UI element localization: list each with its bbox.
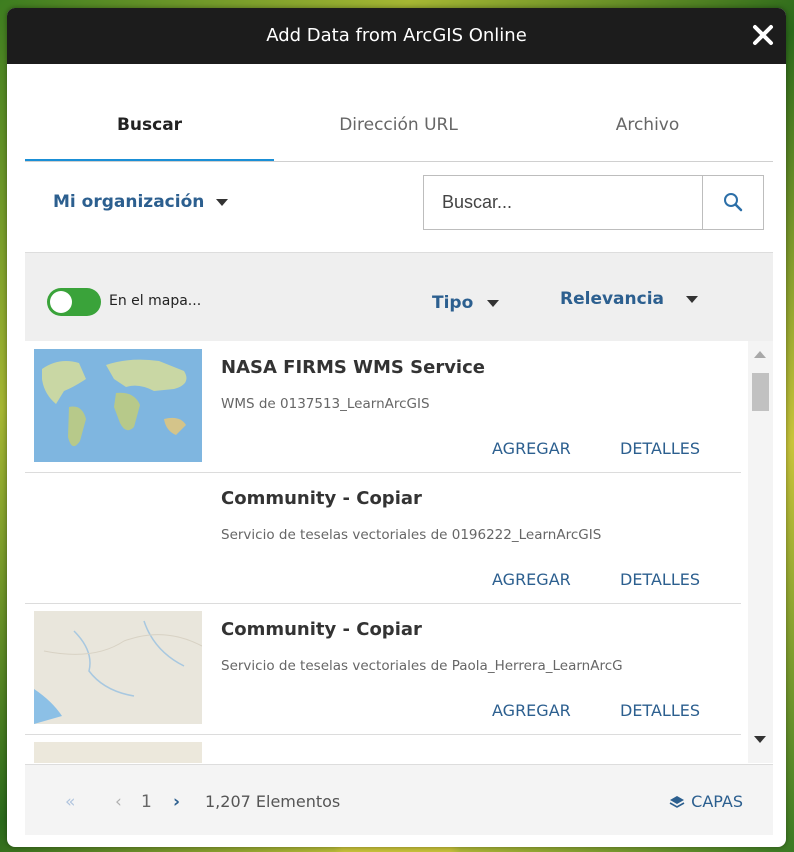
scroll-down-icon[interactable] bbox=[754, 736, 766, 743]
toggle-knob bbox=[50, 291, 72, 313]
add-button[interactable]: AGREGAR bbox=[492, 570, 571, 589]
item-description: WMS de 0137513_LearnArcGIS bbox=[221, 396, 430, 412]
details-button[interactable]: DETALLES bbox=[620, 570, 700, 589]
results-scrollbar[interactable] bbox=[748, 341, 773, 763]
search-icon[interactable] bbox=[703, 176, 763, 229]
add-data-dialog: Add Data from ArcGIS Online Buscar Direc… bbox=[7, 8, 786, 847]
pagination-bar: « ‹ 1 › 1,207 Elementos CAPAS bbox=[25, 764, 773, 835]
tab-bar: Buscar Dirección URL Archivo bbox=[25, 96, 773, 162]
organization-label: Mi organización bbox=[53, 192, 205, 212]
add-button[interactable]: AGREGAR bbox=[492, 439, 571, 458]
close-icon[interactable] bbox=[750, 22, 776, 48]
item-title: NASA FIRMS WMS Service bbox=[221, 357, 485, 378]
type-label: Tipo bbox=[432, 293, 474, 313]
previous-page-icon[interactable]: ‹ bbox=[115, 792, 122, 812]
tab-direccion-url[interactable]: Dirección URL bbox=[274, 96, 523, 162]
first-page-icon[interactable]: « bbox=[65, 792, 75, 812]
basemap-thumbnail bbox=[34, 611, 202, 724]
scroll-up-icon[interactable] bbox=[754, 351, 766, 358]
item-title: Community - Copiar bbox=[221, 619, 422, 640]
item-description: Servicio de teselas vectoriales de Paola… bbox=[221, 658, 623, 674]
tabs-divider bbox=[25, 161, 773, 162]
item-title: Community - Copiar bbox=[221, 488, 422, 509]
results-list: NASA FIRMS WMS Service WMS de 0137513_Le… bbox=[25, 341, 773, 763]
chevron-down-icon bbox=[216, 198, 229, 206]
chevron-down-icon bbox=[686, 295, 699, 303]
item-count: 1,207 Elementos bbox=[205, 792, 341, 811]
list-item: NASA FIRMS WMS Service WMS de 0137513_Le… bbox=[25, 341, 741, 473]
world-map-thumbnail bbox=[34, 349, 202, 462]
dialog-titlebar: Add Data from ArcGIS Online bbox=[7, 8, 786, 64]
search-input[interactable] bbox=[424, 176, 702, 229]
search-box bbox=[423, 175, 764, 230]
on-map-toggle[interactable] bbox=[47, 288, 101, 316]
layers-label: CAPAS bbox=[691, 792, 743, 811]
scroll-thumb[interactable] bbox=[752, 373, 769, 411]
details-button[interactable]: DETALLES bbox=[620, 439, 700, 458]
add-button[interactable]: AGREGAR bbox=[492, 701, 571, 720]
tab-buscar[interactable]: Buscar bbox=[25, 96, 274, 162]
item-description: Servicio de teselas vectoriales de 01962… bbox=[221, 527, 602, 543]
list-item-partial bbox=[25, 734, 741, 763]
list-item: Community - Copiar Servicio de teselas v… bbox=[25, 603, 741, 735]
details-button[interactable]: DETALLES bbox=[620, 701, 700, 720]
thumbnail-partial bbox=[34, 742, 202, 763]
organization-dropdown[interactable]: Mi organización bbox=[53, 192, 229, 212]
type-dropdown[interactable]: Tipo bbox=[432, 293, 500, 313]
list-item: Community - Copiar Servicio de teselas v… bbox=[25, 472, 741, 604]
sort-label: Relevancia bbox=[560, 289, 665, 309]
layers-button[interactable]: CAPAS bbox=[669, 792, 743, 811]
filter-bar: En el mapa... Tipo Relevancia bbox=[25, 252, 773, 341]
tab-archivo[interactable]: Archivo bbox=[523, 96, 772, 162]
sort-dropdown[interactable]: Relevancia bbox=[560, 289, 699, 309]
on-map-label: En el mapa... bbox=[109, 293, 202, 309]
chevron-down-icon bbox=[487, 299, 500, 307]
next-page-icon[interactable]: › bbox=[173, 792, 180, 812]
dialog-title: Add Data from ArcGIS Online bbox=[266, 25, 527, 46]
page-number: 1 bbox=[141, 792, 152, 812]
layers-icon bbox=[669, 796, 685, 808]
